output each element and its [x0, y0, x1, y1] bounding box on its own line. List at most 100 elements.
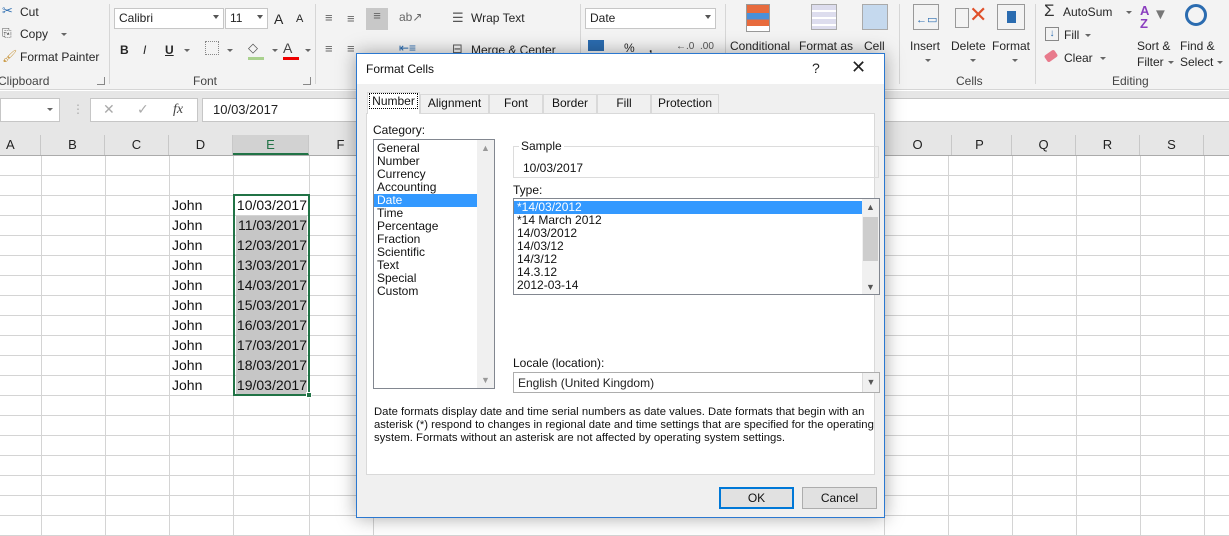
conditional-formatting-button[interactable]: Conditional — [728, 4, 794, 54]
category-list[interactable]: General Number Currency Accounting Date Time P… — [373, 139, 495, 389]
cell-name[interactable]: John — [172, 356, 232, 375]
insert-button[interactable]: ←▭ Insert — [905, 4, 949, 68]
wrap-text-button[interactable]: ☰ Wrap Text — [452, 10, 552, 28]
cell-name[interactable]: John — [172, 376, 232, 395]
type-item[interactable]: 14/03/2012 — [514, 227, 863, 240]
align-left-icon[interactable]: ≡ — [325, 41, 333, 56]
category-scrollbar[interactable]: ▲ ▼ — [477, 140, 494, 388]
font-name-combo[interactable]: Calibri — [114, 8, 224, 29]
borders-icon[interactable] — [205, 41, 219, 55]
cell-name[interactable]: John — [172, 336, 232, 355]
format-as-table-button[interactable]: Format as — [797, 4, 857, 54]
cell-name[interactable]: John — [172, 256, 232, 275]
number-format-combo[interactable]: Date — [585, 8, 716, 29]
decrease-decimal-icon[interactable]: .00 — [700, 41, 714, 52]
close-icon[interactable]: ✕ — [851, 57, 866, 78]
column-header-e[interactable]: E — [233, 135, 309, 155]
scroll-thumb[interactable] — [863, 217, 878, 261]
confirm-entry-icon[interactable]: ✓ — [137, 101, 149, 118]
gridline — [105, 156, 106, 535]
cell-name[interactable]: John — [172, 216, 232, 235]
tab-border[interactable]: Border — [543, 94, 597, 113]
sort-filter-button[interactable]: A Z ▼ Sort & Filter — [1134, 4, 1178, 69]
format-as-table-icon — [811, 4, 837, 30]
find-select-button[interactable]: Find & Select — [1177, 4, 1227, 69]
help-icon[interactable]: ? — [812, 60, 820, 76]
category-item[interactable]: Custom — [374, 285, 477, 298]
clipboard-launcher-icon[interactable] — [97, 77, 105, 85]
column-header-b[interactable]: B — [41, 135, 105, 155]
scroll-up-icon[interactable]: ▲ — [866, 202, 875, 212]
format-button[interactable]: Format — [991, 4, 1035, 68]
name-box[interactable] — [0, 98, 60, 122]
locale-select[interactable]: English (United Kingdom) ▼ — [513, 372, 880, 393]
type-item[interactable]: 14/3/12 — [514, 253, 863, 266]
clear-button[interactable]: Clear — [1043, 49, 1106, 67]
cell-name[interactable]: John — [172, 196, 232, 215]
cell-name[interactable]: John — [172, 236, 232, 255]
cell-name[interactable]: John — [172, 296, 232, 315]
shrink-font-button[interactable]: A — [296, 13, 303, 25]
chevron-down-icon[interactable] — [184, 49, 190, 52]
cell-name[interactable]: John — [172, 276, 232, 295]
cell-name[interactable]: John — [172, 316, 232, 335]
italic-button[interactable]: I — [143, 43, 146, 57]
column-header-o[interactable]: O — [884, 135, 952, 155]
delete-button[interactable]: ✕ Delete — [949, 4, 993, 68]
insert-label: Insert — [910, 39, 941, 53]
insert-function-icon[interactable]: fx — [173, 102, 183, 118]
cancel-entry-icon[interactable]: ✕ — [103, 101, 115, 118]
column-header-q[interactable]: Q — [1012, 135, 1076, 155]
cut-button[interactable]: ✂ Cut — [2, 3, 62, 21]
align-middle-icon[interactable]: ≡ — [347, 11, 355, 26]
tab-alignment[interactable]: Alignment — [420, 94, 489, 113]
orientation-icon[interactable]: ab↗ — [399, 10, 422, 24]
type-list[interactable]: *14/03/2012 *14 March 2012 14/03/2012 14/03… — [513, 198, 880, 295]
column-header-r[interactable]: R — [1076, 135, 1140, 155]
type-scrollbar[interactable]: ▲ ▼ — [862, 199, 879, 294]
font-launcher-icon[interactable] — [303, 77, 311, 85]
grow-font-button[interactable]: A — [274, 11, 283, 27]
type-item[interactable]: 14/03/12 — [514, 240, 863, 253]
format-painter-button[interactable]: 🖌 Format Painter — [2, 48, 102, 66]
tab-number[interactable]: Number — [367, 92, 420, 114]
accounting-format-icon[interactable] — [588, 40, 604, 51]
scroll-up-icon[interactable]: ▲ — [481, 143, 490, 153]
select-label: Select — [1180, 55, 1224, 69]
align-top-icon[interactable]: ≡ — [325, 10, 333, 25]
underline-button[interactable]: U — [165, 43, 174, 57]
type-item[interactable]: 2012-03-14 — [514, 279, 863, 292]
tab-protection[interactable]: Protection — [651, 94, 719, 113]
increase-decimal-icon[interactable]: ←.0 — [676, 41, 694, 52]
center-icon[interactable]: ≡ — [347, 41, 355, 56]
copy-button[interactable]: ⎘ Copy — [2, 25, 72, 43]
column-header-p[interactable]: P — [948, 135, 1012, 155]
chevron-down-icon[interactable] — [227, 49, 233, 52]
cancel-button[interactable]: Cancel — [802, 487, 877, 509]
cell-styles-button[interactable]: Cell — [860, 4, 900, 54]
scroll-down-icon[interactable]: ▼ — [866, 282, 875, 292]
fill-handle[interactable] — [306, 392, 312, 398]
chevron-down-icon[interactable] — [272, 49, 278, 52]
fill-color-icon[interactable]: ◇ — [248, 40, 264, 60]
tab-fill[interactable]: Fill — [597, 94, 651, 113]
column-header-c[interactable]: C — [105, 135, 169, 155]
dialog-titlebar[interactable]: Format Cells ? ✕ — [357, 54, 884, 84]
ok-button[interactable]: OK — [719, 487, 794, 509]
align-bottom-icon[interactable]: ≡ — [366, 8, 388, 30]
divider — [1035, 4, 1036, 84]
scissors-icon: ✂ — [2, 3, 13, 18]
column-header-a[interactable]: A — [0, 135, 41, 155]
tab-font[interactable]: Font — [489, 94, 543, 113]
bold-button[interactable]: B — [120, 43, 129, 57]
fill-button[interactable]: ↓ Fill — [1045, 26, 1105, 44]
type-label: Type: — [513, 183, 543, 197]
scroll-down-icon[interactable]: ▼ — [481, 375, 490, 385]
font-size-combo[interactable]: 11 — [225, 8, 268, 29]
chevron-down-icon[interactable] — [305, 49, 311, 52]
column-header-s[interactable]: S — [1140, 135, 1204, 155]
font-color-icon[interactable]: A — [283, 40, 299, 60]
column-header-d[interactable]: D — [169, 135, 233, 155]
chevron-down-icon — [61, 33, 67, 36]
autosum-button[interactable]: Σ AutoSum — [1044, 1, 1134, 21]
